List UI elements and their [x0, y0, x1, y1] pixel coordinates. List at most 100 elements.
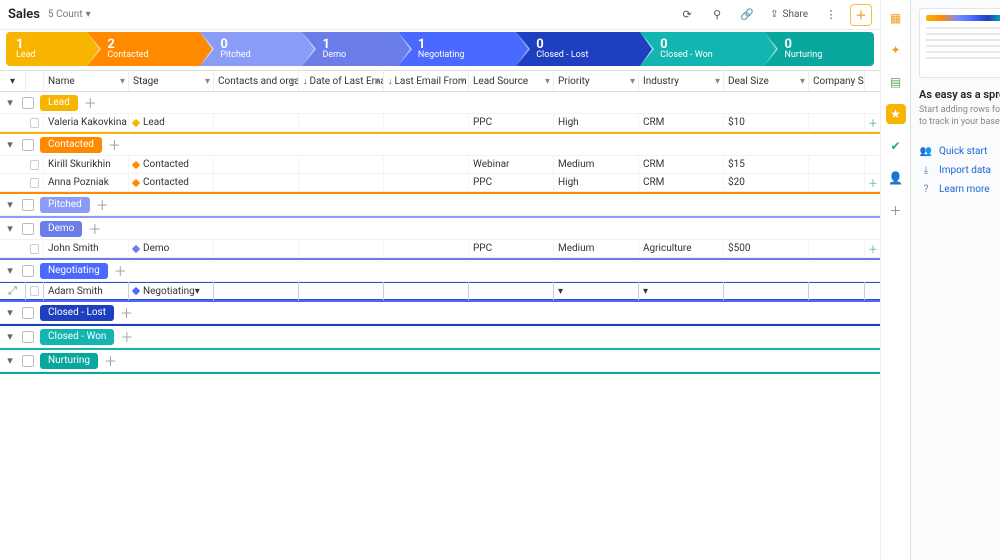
funnel-step-nurturing[interactable]: 0 Nurturing	[764, 32, 874, 66]
cell-last-email-from[interactable]	[384, 114, 469, 132]
funnel-step-contacted[interactable]: 2 Contacted	[87, 32, 200, 66]
funnel-step-demo[interactable]: 1 Demo	[302, 32, 397, 66]
col-name[interactable]: Name▾	[44, 71, 129, 91]
cell-name[interactable]: Kirill Skurikhin	[44, 156, 129, 174]
cell-contacts[interactable]	[214, 240, 299, 258]
row-add-icon[interactable]: ＋	[866, 174, 880, 192]
add-row-button[interactable]: ＋	[96, 195, 109, 214]
group-pill[interactable]: Pitched	[40, 197, 90, 213]
add-row-button[interactable]: ＋	[120, 303, 133, 322]
group-checkbox[interactable]	[22, 97, 34, 109]
row-checkbox[interactable]	[26, 156, 44, 174]
learn-more-link[interactable]: ?Learn more	[919, 184, 1000, 195]
cell-contacts[interactable]	[214, 114, 299, 132]
cell-company-size[interactable]	[809, 282, 865, 300]
group-pill[interactable]: Closed - Lost	[40, 305, 114, 321]
cell-priority[interactable]: Medium	[554, 240, 639, 258]
cell-lead-source[interactable]: PPC	[469, 174, 554, 192]
group-pill[interactable]: Demo	[40, 221, 82, 237]
cell-last-email-from[interactable]	[384, 240, 469, 258]
row-add-icon[interactable]: ＋	[866, 240, 880, 258]
collapse-toggle[interactable]: ▾	[4, 222, 16, 235]
cell-deal-size[interactable]	[724, 282, 809, 300]
cell-priority[interactable]: ▾	[554, 282, 639, 300]
group-checkbox[interactable]	[22, 139, 34, 151]
refresh-button[interactable]: ⟳	[676, 4, 698, 26]
table-row[interactable]: Kirill Skurikhin Contacted Webinar Mediu…	[0, 156, 880, 174]
import-data-link[interactable]: ⤓Import data	[919, 165, 1000, 176]
row-expand-icon[interactable]: ⤢	[0, 282, 26, 300]
cell-lead-source[interactable]: PPC	[469, 114, 554, 132]
cell-company-size[interactable]	[809, 174, 865, 192]
group-checkbox[interactable]	[22, 199, 34, 211]
add-row-button[interactable]: ＋	[84, 93, 97, 112]
row-checkbox[interactable]	[26, 174, 44, 192]
cell-name[interactable]: Adam Smith	[44, 282, 129, 300]
group-pill[interactable]: Contacted	[40, 137, 102, 153]
table-row[interactable]: ⤢ Adam Smith Negotiating ▾ ▾ ▾	[0, 282, 880, 300]
rail-grid-icon[interactable]: ▤	[886, 72, 906, 92]
collapse-toggle[interactable]: ▾	[4, 96, 16, 109]
rail-badge-icon[interactable]: ★	[886, 104, 906, 124]
cell-deal-size[interactable]: $15	[724, 156, 809, 174]
group-checkbox[interactable]	[22, 265, 34, 277]
filter-button[interactable]: ⚲	[706, 4, 728, 26]
funnel-step-negotiating[interactable]: 1 Negotiating	[398, 32, 516, 66]
collapse-toggle[interactable]: ▾	[4, 138, 16, 151]
group-checkbox[interactable]	[22, 331, 34, 343]
cell-last-email-from[interactable]	[384, 282, 469, 300]
cell-stage[interactable]: Negotiating ▾	[129, 282, 214, 300]
select-all-checkbox[interactable]	[26, 71, 44, 91]
cell-contacts[interactable]	[214, 156, 299, 174]
cell-name[interactable]: Anna Pozniak	[44, 174, 129, 192]
link-button[interactable]: 🔗	[736, 4, 758, 26]
row-checkbox[interactable]	[26, 114, 44, 132]
cell-stage[interactable]: Demo	[129, 240, 214, 258]
row-expand-icon[interactable]	[0, 114, 26, 132]
collapse-toggle[interactable]: ▾	[4, 306, 16, 319]
group-checkbox[interactable]	[22, 223, 34, 235]
add-row-button[interactable]: ＋	[108, 135, 121, 154]
col-contacts[interactable]: Contacts and organizations▾	[214, 71, 299, 91]
add-row-button[interactable]: ＋	[88, 219, 101, 238]
row-checkbox[interactable]	[26, 240, 44, 258]
cell-stage[interactable]: Contacted	[129, 156, 214, 174]
funnel-step-lead[interactable]: 1 Lead	[6, 32, 87, 66]
cell-date-last-email[interactable]	[299, 174, 384, 192]
col-date-last-email[interactable]: ↓Date of Last Email▾	[299, 71, 384, 91]
cell-industry[interactable]: ▾	[639, 282, 724, 300]
col-lead-source[interactable]: Lead Source▾	[469, 71, 554, 91]
group-pill[interactable]: Lead	[40, 95, 78, 111]
cell-deal-size[interactable]: $10	[724, 114, 809, 132]
cell-priority[interactable]: High	[554, 114, 639, 132]
cell-deal-size[interactable]: $500	[724, 240, 809, 258]
funnel-step-pitched[interactable]: 0 Pitched	[200, 32, 302, 66]
cell-priority[interactable]: High	[554, 174, 639, 192]
cell-lead-source[interactable]: Webinar	[469, 156, 554, 174]
rail-check-icon[interactable]: ✔	[886, 136, 906, 156]
rail-star-icon[interactable]: ✦	[886, 40, 906, 60]
col-last-email-from[interactable]: ↓Last Email From▾	[384, 71, 469, 91]
collapse-toggle[interactable]: ▾	[4, 330, 16, 343]
table-row[interactable]: Anna Pozniak Contacted PPC High CRM $20 …	[0, 174, 880, 192]
row-expand-icon[interactable]	[0, 174, 26, 192]
collapse-toggle[interactable]: ▾	[4, 198, 16, 211]
group-pill[interactable]: Closed - Won	[40, 329, 114, 345]
cell-industry[interactable]: CRM	[639, 156, 724, 174]
row-menu-header[interactable]: ▾	[0, 71, 26, 91]
col-priority[interactable]: Priority▾	[554, 71, 639, 91]
row-expand-icon[interactable]	[0, 240, 26, 258]
cell-company-size[interactable]	[809, 114, 865, 132]
group-checkbox[interactable]	[22, 307, 34, 319]
cell-date-last-email[interactable]	[299, 282, 384, 300]
cell-date-last-email[interactable]	[299, 156, 384, 174]
row-checkbox[interactable]	[26, 282, 44, 300]
cell-name[interactable]: Valeria Kakovkina	[44, 114, 129, 132]
add-row-button[interactable]: ＋	[120, 327, 133, 346]
cell-lead-source[interactable]	[469, 282, 554, 300]
add-row-button[interactable]: ＋	[114, 261, 127, 280]
cell-contacts[interactable]	[214, 282, 299, 300]
quick-start-link[interactable]: 👥Quick start	[919, 146, 1000, 157]
cell-stage[interactable]: Lead	[129, 114, 214, 132]
cell-deal-size[interactable]: $20	[724, 174, 809, 192]
